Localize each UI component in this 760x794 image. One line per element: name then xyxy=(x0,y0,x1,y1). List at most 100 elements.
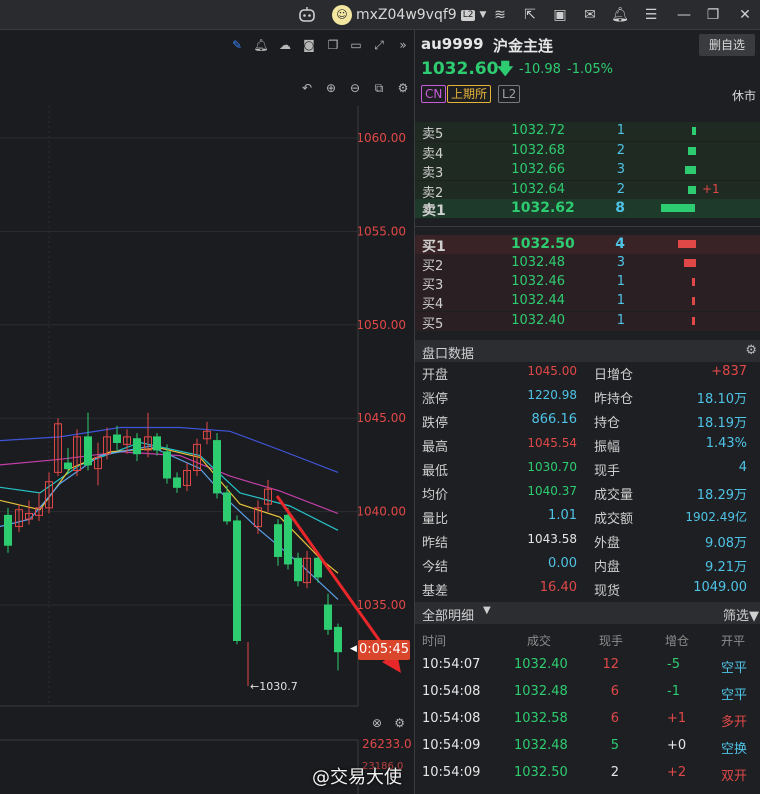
level-badge: L2 xyxy=(460,9,476,21)
candle-body xyxy=(153,436,161,451)
candle-body xyxy=(284,514,292,565)
filter-button[interactable]: 筛选▼ xyxy=(723,605,759,624)
trade-price: 1032.50 xyxy=(514,765,568,780)
ask-price: 1032.66 xyxy=(511,162,565,177)
candle-body xyxy=(314,557,322,578)
copy-icon[interactable]: ❐ xyxy=(325,37,341,53)
minimize-icon[interactable]: — xyxy=(675,6,693,24)
indicator-settings-icon[interactable]: ⚙ xyxy=(394,716,405,730)
bid-row[interactable]: 买4 1032.44 1 xyxy=(415,292,760,312)
ask-row[interactable]: 卖1 1032.62 8 xyxy=(415,199,760,219)
title-bar: ☺ mxZ04w9vqf9 L2 ▼ ≋ ⇱ ▣ ✉ 🔔︎ ☰ — ❐ ✕ xyxy=(0,0,760,30)
trades-header: 全部明细 ▼ 筛选▼ xyxy=(415,602,760,624)
ask-row[interactable]: 卖4 1032.68 2 xyxy=(415,142,760,162)
trade-hand: 12 xyxy=(602,657,619,672)
stat-value: 1043.58 xyxy=(527,532,577,546)
ask-row[interactable]: 卖5 1032.72 1 xyxy=(415,122,760,142)
stats-header: 盘口数据 ⚙ xyxy=(415,340,760,362)
candle-body xyxy=(334,626,342,653)
bid-qty: 1 xyxy=(616,274,625,289)
trade-type: 空平 xyxy=(721,688,748,703)
bid-level-label: 买5 xyxy=(422,317,444,332)
mail-icon[interactable]: ✉ xyxy=(581,6,599,24)
fullscreen-icon[interactable]: ⤢ xyxy=(371,37,387,53)
bid-qty: 1 xyxy=(616,313,625,328)
bid-price: 1032.40 xyxy=(511,313,565,328)
bid-level-label: 买4 xyxy=(422,297,444,312)
stat-value: 1030.70 xyxy=(527,460,577,474)
bid-depth-bar xyxy=(692,317,695,325)
restore-icon[interactable]: ❐ xyxy=(704,6,722,24)
ask-qty: 2 xyxy=(616,182,625,197)
bid-price: 1032.50 xyxy=(511,236,575,252)
stat-label: 日增仓 xyxy=(594,368,634,383)
stat-value: 9.08万 xyxy=(705,536,747,551)
cloud-icon[interactable]: ☁ xyxy=(277,37,293,53)
close-indicator-icon[interactable]: ⊗ xyxy=(372,716,382,730)
alert-bell-icon[interactable]: 🔔︎ xyxy=(253,37,269,53)
bell-icon[interactable]: 🔔︎ xyxy=(611,6,629,24)
trades-title[interactable]: 全部明细 xyxy=(422,605,474,624)
ask-delta: +1 xyxy=(702,182,720,196)
price-axis-label: 1060.00 xyxy=(356,131,406,145)
stat-label: 昨结 xyxy=(422,536,449,551)
zoom-out-icon[interactable]: ⊖ xyxy=(347,80,363,96)
chart-pane[interactable]: ✎ 🔔︎ ☁ ◙ ❐ ▭ ⤢ » ↶ ⊕ ⊖ ⧉ ⚙ 1060.00 1055.0… xyxy=(0,30,414,794)
avatar[interactable]: ☺ xyxy=(332,5,352,25)
bid-row[interactable]: 买3 1032.46 1 xyxy=(415,273,760,293)
ask-level-label: 卖1 xyxy=(422,203,446,219)
trade-row[interactable]: 10:54:09 1032.50 2 +2 双开 xyxy=(415,761,760,788)
trade-oi-change: +0 xyxy=(667,738,687,753)
ask-depth-bar xyxy=(688,186,696,194)
remove-watchlist-button[interactable]: 删自选 xyxy=(699,34,755,56)
stat-label: 昨持仓 xyxy=(594,392,634,407)
close-icon[interactable]: ✕ xyxy=(736,6,754,24)
stat-value: 0.00 xyxy=(548,556,577,571)
undo-icon[interactable]: ↶ xyxy=(299,80,315,96)
menu-icon[interactable]: ☰ xyxy=(642,6,660,24)
stat-value: 1045.54 xyxy=(527,436,577,450)
bid-qty: 4 xyxy=(615,236,625,252)
layers-icon[interactable]: ≋ xyxy=(491,6,509,24)
camera-icon[interactable]: ◙ xyxy=(301,37,317,53)
trade-time: 10:54:09 xyxy=(422,765,481,780)
draw-pen-icon[interactable]: ✎ xyxy=(229,37,245,53)
ask-price: 1032.64 xyxy=(511,182,565,197)
bid-depth-bar xyxy=(678,240,696,248)
exchange-tag: 上期所 xyxy=(447,85,492,103)
stats-title: 盘口数据 xyxy=(422,347,475,362)
layout-icon[interactable]: ⧉ xyxy=(371,80,387,96)
settings-icon[interactable]: ⚙ xyxy=(395,80,411,96)
trade-row[interactable]: 10:54:07 1032.40 12 -5 空平 xyxy=(415,653,760,680)
chevron-down-icon[interactable]: ▼ xyxy=(479,10,486,20)
ask-row[interactable]: 卖2 1032.64 2 +1 xyxy=(415,181,760,201)
ask-qty: 2 xyxy=(616,143,625,158)
trade-oi-change: +1 xyxy=(667,711,687,726)
gear-icon[interactable]: ⚙ xyxy=(745,343,757,358)
candle-body xyxy=(173,477,181,488)
trade-row[interactable]: 10:54:08 1032.58 6 +1 多开 xyxy=(415,707,760,734)
candle-body xyxy=(223,492,231,522)
monitor-icon[interactable]: ▭ xyxy=(348,37,364,53)
candlestick-chart[interactable]: 1060.00 1055.00 1050.00 1045.00 1040.00 1035.… xyxy=(0,106,414,794)
export-icon[interactable]: ⇱ xyxy=(521,6,539,24)
bot-icon[interactable] xyxy=(298,6,316,24)
trade-row[interactable]: 10:54:09 1032.48 5 +0 空换 xyxy=(415,734,760,761)
stat-value: 18.19万 xyxy=(696,416,747,431)
stat-value: 1902.49亿 xyxy=(685,510,747,524)
bid-row[interactable]: 买1 1032.50 4 xyxy=(415,235,760,255)
trade-oi-change: -5 xyxy=(667,657,680,672)
ask-row[interactable]: 卖3 1032.66 3 xyxy=(415,161,760,181)
trade-row[interactable]: 10:54:08 1032.48 6 -1 空平 xyxy=(415,680,760,707)
caret-down-icon[interactable]: ▼ xyxy=(483,605,491,616)
level2-tag: L2 xyxy=(498,85,521,103)
volume-controls: ⊗ ⚙ xyxy=(372,716,405,731)
trade-price: 1032.58 xyxy=(514,711,568,726)
collapse-icon[interactable]: » xyxy=(395,37,411,53)
user-account[interactable]: ☺ mxZ04w9vqf9 L2 ▼ xyxy=(332,4,486,26)
bid-row[interactable]: 买2 1032.48 3 xyxy=(415,254,760,274)
video-icon[interactable]: ▣ xyxy=(551,6,569,24)
zoom-in-icon[interactable]: ⊕ xyxy=(323,80,339,96)
bid-row[interactable]: 买5 1032.40 1 xyxy=(415,312,760,332)
candle-body xyxy=(64,462,72,470)
